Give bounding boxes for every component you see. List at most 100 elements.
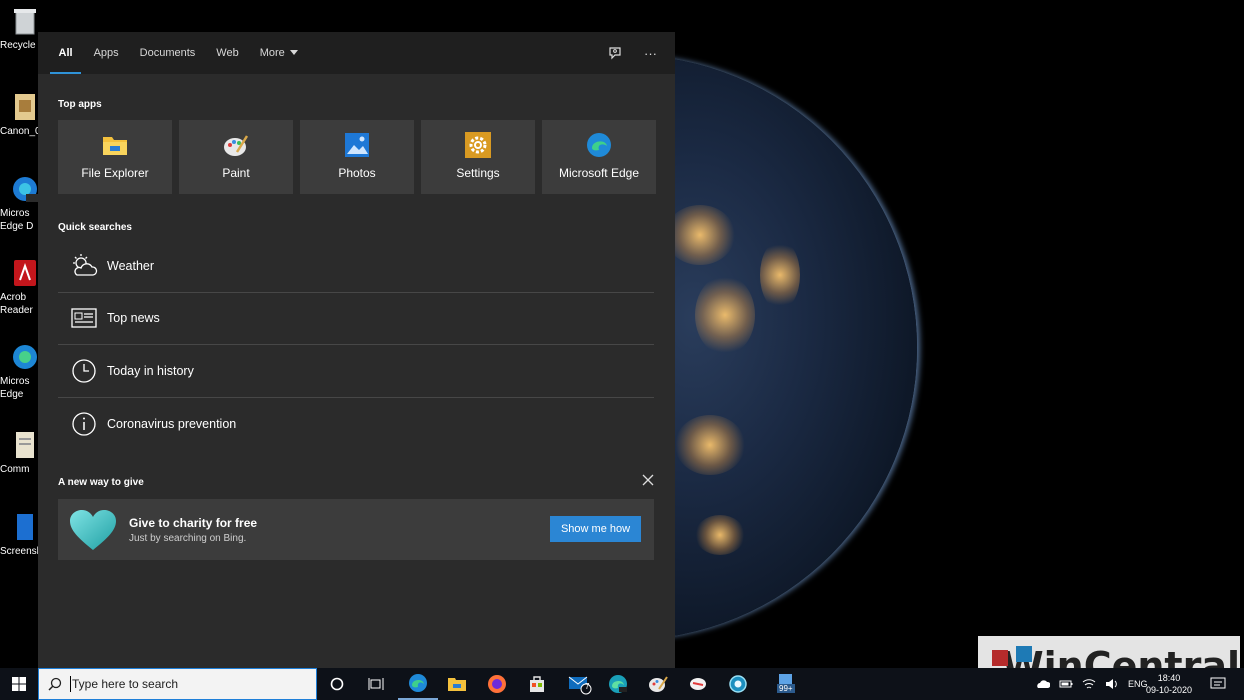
taskbar-file-explorer[interactable] bbox=[437, 668, 477, 700]
tab-all-label: All bbox=[58, 47, 73, 59]
app-tile-label: Microsoft Edge bbox=[558, 166, 640, 180]
desktop-icon-label: Acrob bbox=[0, 292, 27, 303]
desktop-icon-label: Canon_0 bbox=[0, 126, 41, 137]
paint-icon bbox=[649, 676, 668, 692]
cortana-button[interactable] bbox=[317, 668, 357, 700]
quick-searches-heading: Quick searches bbox=[58, 222, 132, 233]
clock-time: 18:40 bbox=[1157, 673, 1181, 683]
quick-search-label: Weather bbox=[107, 258, 155, 273]
file-explorer-icon bbox=[103, 137, 127, 155]
mail-badge: 7 bbox=[585, 682, 590, 691]
taskbar-app-circle[interactable] bbox=[718, 668, 758, 700]
top-apps-heading: Top apps bbox=[58, 99, 102, 110]
firefox-icon bbox=[488, 675, 506, 693]
acrobat-reader-icon bbox=[14, 260, 36, 286]
tab-apps-label: Apps bbox=[93, 47, 119, 59]
clock-icon bbox=[72, 359, 96, 383]
quick-search-coronavirus[interactable]: Coronavirus prevention bbox=[58, 398, 654, 451]
task-view-button[interactable] bbox=[356, 668, 396, 700]
info-icon bbox=[72, 412, 96, 436]
heart-icon bbox=[70, 509, 116, 550]
app-tile-settings[interactable]: Settings bbox=[421, 120, 535, 194]
edge-icon bbox=[13, 345, 37, 369]
app-tile-label: Settings bbox=[456, 166, 500, 180]
tab-all[interactable]: All bbox=[48, 32, 83, 74]
desktop-icon-recycle-bin[interactable]: Recycle bbox=[0, 6, 40, 52]
desktop-icon-acrobat[interactable]: Acrob Reader bbox=[0, 258, 40, 317]
onedrive-icon[interactable] bbox=[1036, 679, 1050, 689]
desktop-icon-label-line2: Reader bbox=[0, 305, 33, 316]
app-tile-label: Paint bbox=[222, 166, 250, 180]
task-view-icon bbox=[368, 678, 384, 690]
quick-search-today-in-history[interactable]: Today in history bbox=[58, 345, 654, 398]
app-tile-label: File Explorer bbox=[81, 166, 149, 180]
taskbar-paint[interactable] bbox=[638, 668, 678, 700]
taskbar: Type here to search 7 99+ ENG 18:40 09-1… bbox=[0, 668, 1244, 700]
desktop-icon-edge[interactable]: Micros Edge bbox=[0, 342, 40, 401]
quick-search-label: Today in history bbox=[107, 363, 194, 378]
file-explorer-icon bbox=[448, 678, 466, 691]
image-file-icon bbox=[15, 94, 35, 120]
text-cursor bbox=[70, 676, 71, 692]
desktop-icon-screenshot[interactable]: Screensh bbox=[0, 512, 43, 558]
tab-documents-label: Documents bbox=[139, 47, 196, 59]
app-tile-file-explorer[interactable]: File Explorer bbox=[58, 120, 172, 194]
show-me-how-button[interactable]: Show me how bbox=[550, 516, 641, 542]
taskbar-search-input[interactable]: Type here to search bbox=[38, 668, 317, 700]
taskbar-store[interactable] bbox=[517, 668, 557, 700]
desktop-icon-edge-dev[interactable]: Micros Edge D bbox=[0, 174, 40, 233]
tab-web[interactable]: Web bbox=[206, 32, 249, 74]
tab-web-label: Web bbox=[216, 47, 239, 59]
system-tray: ENG bbox=[1036, 668, 1148, 700]
windows-icon bbox=[12, 677, 26, 691]
input-language-indicator[interactable]: ENG bbox=[1128, 679, 1148, 689]
charity-heading: A new way to give bbox=[58, 477, 144, 488]
app-tile-microsoft-edge[interactable]: Microsoft Edge bbox=[542, 120, 656, 194]
app-tile-label: Photos bbox=[338, 166, 376, 180]
taskbar-edge[interactable] bbox=[398, 668, 438, 700]
charity-text: Give to charity for free Just by searchi… bbox=[129, 516, 257, 544]
snip-sketch-icon bbox=[690, 678, 706, 690]
volume-icon[interactable] bbox=[1105, 678, 1119, 690]
notification-icon bbox=[1210, 677, 1226, 689]
quick-search-top-news[interactable]: Top news bbox=[58, 293, 654, 345]
desktop-icon-comm[interactable]: Comm bbox=[0, 430, 40, 476]
quick-search-weather[interactable]: Weather bbox=[58, 240, 654, 293]
paint-icon bbox=[224, 135, 249, 156]
clock[interactable]: 18:40 09-10-2020 bbox=[1146, 668, 1192, 700]
desktop-icon-label: Screensh bbox=[0, 546, 43, 557]
feedback-icon[interactable] bbox=[608, 46, 622, 60]
tab-documents[interactable]: Documents bbox=[129, 32, 206, 74]
quick-searches-list: Weather Top news Today in history Corona… bbox=[58, 240, 654, 450]
app-tile-photos[interactable]: Photos bbox=[300, 120, 414, 194]
taskbar-snip[interactable] bbox=[678, 668, 718, 700]
charity-subtitle: Just by searching on Bing. bbox=[129, 532, 247, 544]
tab-more[interactable]: More bbox=[249, 32, 308, 74]
document-file-icon bbox=[16, 432, 34, 458]
taskbar-mail[interactable]: 7 bbox=[560, 668, 600, 700]
action-center-button[interactable] bbox=[1198, 668, 1238, 700]
more-options-icon[interactable]: ··· bbox=[644, 46, 657, 61]
app-icon bbox=[729, 675, 747, 693]
close-icon[interactable] bbox=[641, 473, 655, 487]
desktop-icon-label: Recycle bbox=[0, 40, 36, 51]
edge-dev-icon bbox=[13, 177, 38, 202]
taskbar-notifications-app[interactable]: 99+ bbox=[767, 668, 807, 700]
charity-card: Give to charity for free Just by searchi… bbox=[58, 499, 654, 560]
desktop-icon-label-line2: Edge D bbox=[0, 221, 34, 232]
desktop-icon-canon[interactable]: Canon_0 bbox=[0, 92, 41, 138]
photos-icon bbox=[345, 133, 369, 157]
top-apps-list: File Explorer Paint Photos Settings Micr… bbox=[58, 120, 656, 194]
tab-apps[interactable]: Apps bbox=[83, 32, 129, 74]
cortana-icon bbox=[330, 677, 344, 691]
taskbar-edge-dev[interactable] bbox=[598, 668, 638, 700]
clock-date: 09-10-2020 bbox=[1146, 685, 1193, 695]
app-tile-paint[interactable]: Paint bbox=[179, 120, 293, 194]
wifi-icon[interactable] bbox=[1082, 678, 1096, 690]
start-button[interactable] bbox=[0, 668, 38, 700]
news-icon bbox=[71, 308, 97, 328]
battery-icon[interactable] bbox=[1059, 679, 1073, 689]
search-panel: All Apps Documents Web More ··· Top apps… bbox=[38, 32, 675, 668]
taskbar-firefox[interactable] bbox=[477, 668, 517, 700]
tab-actions: ··· bbox=[608, 32, 657, 74]
